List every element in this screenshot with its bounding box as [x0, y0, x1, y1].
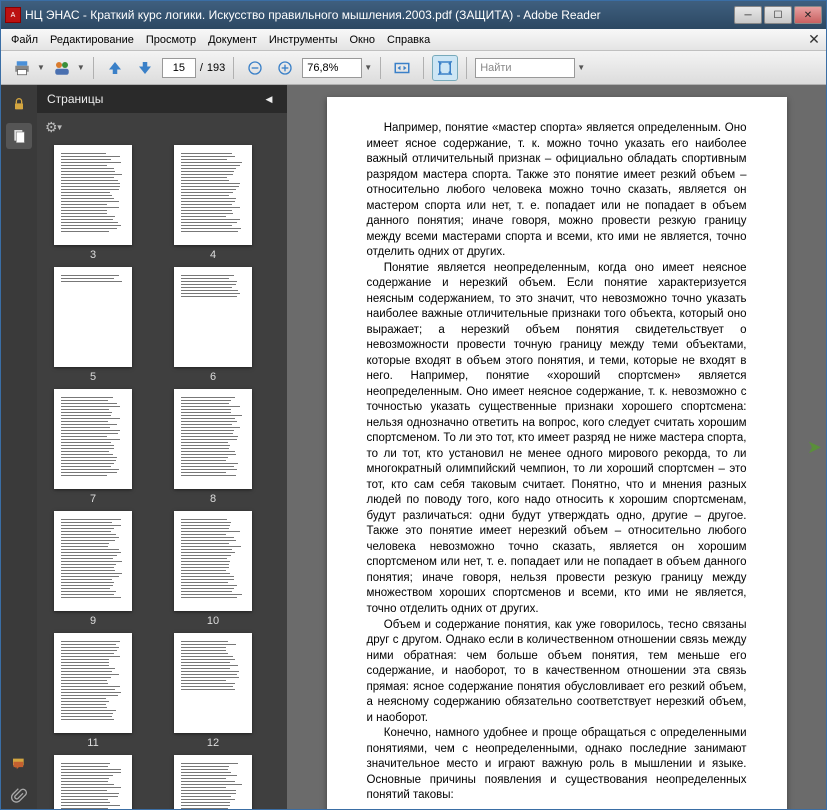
zoom-in-button[interactable] [272, 55, 298, 81]
separator [380, 57, 381, 79]
lock-icon [11, 96, 27, 112]
paperclip-icon [11, 788, 27, 804]
thumbnail-label: 12 [207, 737, 219, 749]
separator [233, 57, 234, 79]
pages-panel-button[interactable] [6, 123, 32, 149]
search-input[interactable]: Найти [475, 58, 575, 78]
thumbnails-scroll[interactable]: 345678910111213141516 [37, 141, 287, 809]
collab-button[interactable] [49, 55, 75, 81]
fit-page-button[interactable] [432, 55, 458, 81]
print-button[interactable] [9, 55, 35, 81]
minimize-button[interactable]: ─ [734, 6, 762, 24]
thumbnail-6[interactable]: 6 [165, 267, 261, 383]
maximize-button[interactable]: ☐ [764, 6, 792, 24]
window-title: НЦ ЭНАС - Краткий курс логики. Искусство… [25, 8, 734, 22]
paragraph: Например, понятие «мастер спорта» являет… [367, 121, 747, 261]
chevron-down-icon[interactable]: ▼ [56, 123, 64, 132]
zoom-level: 76,8% [307, 62, 338, 74]
thumbnail-label: 5 [90, 371, 96, 383]
thumbnail-label: 9 [90, 615, 96, 627]
app-window: A НЦ ЭНАС - Краткий курс логики. Искусст… [0, 0, 827, 810]
separator [93, 57, 94, 79]
next-page-button[interactable] [132, 55, 158, 81]
zoom-level-box[interactable]: 76,8% [302, 58, 362, 78]
fit-width-button[interactable] [389, 55, 415, 81]
thumbnail-4[interactable]: 4 [165, 145, 261, 261]
speech-icon [11, 756, 27, 772]
pdf-icon: A [5, 7, 21, 23]
cursor-icon: ➤ [807, 437, 822, 458]
thumbnail-7[interactable]: 7 [45, 389, 141, 505]
printer-icon [13, 59, 31, 77]
document-page: Например, понятие «мастер спорта» являет… [327, 97, 787, 809]
thumbnail-13[interactable]: 13 [45, 755, 141, 809]
page-number-input[interactable] [162, 58, 196, 78]
comments-button[interactable] [6, 751, 32, 777]
thumbnail-14[interactable]: 14 [165, 755, 261, 809]
thumbnail-3[interactable]: 3 [45, 145, 141, 261]
menu-window[interactable]: Окно [343, 32, 381, 48]
thumbnail-label: 11 [87, 737, 98, 749]
thumbnails-toolbar: ⚙ ▼ [37, 113, 287, 141]
titlebar[interactable]: A НЦ ЭНАС - Краткий курс логики. Искусст… [1, 1, 826, 29]
separator [466, 57, 467, 79]
menu-edit[interactable]: Редактирование [44, 32, 140, 48]
toolbar: ▼ ▼ / 193 76,8% ▼ [1, 51, 826, 85]
zoom-out-button[interactable] [242, 55, 268, 81]
people-icon [53, 59, 71, 77]
arrow-up-icon [106, 59, 124, 77]
lock-button[interactable] [6, 91, 32, 117]
menubar-close-icon[interactable]: ✕ [806, 32, 822, 48]
content-area: Страницы ◀ ⚙ ▼ 345678910111213141516 Нап… [1, 85, 826, 809]
thumbnail-label: 7 [90, 493, 96, 505]
plus-circle-icon [277, 60, 293, 76]
fit-width-icon [393, 59, 411, 77]
thumbnail-label: 3 [90, 249, 96, 261]
chevron-down-icon[interactable]: ▼ [364, 63, 372, 72]
thumbnails-header: Страницы ◀ [37, 85, 287, 113]
chevron-down-icon[interactable]: ▼ [77, 63, 85, 72]
menu-view[interactable]: Просмотр [140, 32, 202, 48]
paragraph: Объем и содержание понятия, как уже гово… [367, 618, 747, 727]
thumbnail-label: 6 [210, 371, 216, 383]
menu-help[interactable]: Справка [381, 32, 436, 48]
thumbnails-panel: Страницы ◀ ⚙ ▼ 345678910111213141516 [37, 85, 287, 809]
document-viewport[interactable]: Например, понятие «мастер спорта» являет… [287, 85, 826, 809]
prev-page-button[interactable] [102, 55, 128, 81]
separator [423, 57, 424, 79]
menu-file[interactable]: Файл [5, 32, 44, 48]
thumbnail-12[interactable]: 12 [165, 633, 261, 749]
chevron-down-icon[interactable]: ▼ [577, 63, 585, 72]
close-button[interactable]: ✕ [794, 6, 822, 24]
page-separator: / [200, 62, 203, 74]
nav-rail [1, 85, 37, 809]
attachments-button[interactable] [6, 783, 32, 809]
thumbnail-9[interactable]: 9 [45, 511, 141, 627]
thumbnail-5[interactable]: 5 [45, 267, 141, 383]
thumbnails-title: Страницы [47, 92, 103, 106]
paragraph: Понятие является неопределенным, когда о… [367, 261, 747, 618]
menu-tools[interactable]: Инструменты [263, 32, 344, 48]
paragraph: Конечно, намного удобнее и проще обращат… [367, 726, 747, 804]
fit-page-icon [436, 59, 454, 77]
menu-document[interactable]: Документ [202, 32, 263, 48]
minus-circle-icon [247, 60, 263, 76]
arrow-down-icon [136, 59, 154, 77]
thumbnail-8[interactable]: 8 [165, 389, 261, 505]
thumbnail-10[interactable]: 10 [165, 511, 261, 627]
chevron-down-icon[interactable]: ▼ [37, 63, 45, 72]
thumbnail-label: 4 [210, 249, 216, 261]
thumbnail-label: 8 [210, 493, 216, 505]
total-pages: 193 [207, 62, 225, 74]
search-placeholder: Найти [480, 62, 511, 74]
menubar: Файл Редактирование Просмотр Документ Ин… [1, 29, 826, 51]
thumbnail-label: 10 [207, 615, 219, 627]
thumbnail-11[interactable]: 11 [45, 633, 141, 749]
collapse-panel-button[interactable]: ◀ [261, 91, 277, 107]
pages-icon [11, 128, 27, 144]
